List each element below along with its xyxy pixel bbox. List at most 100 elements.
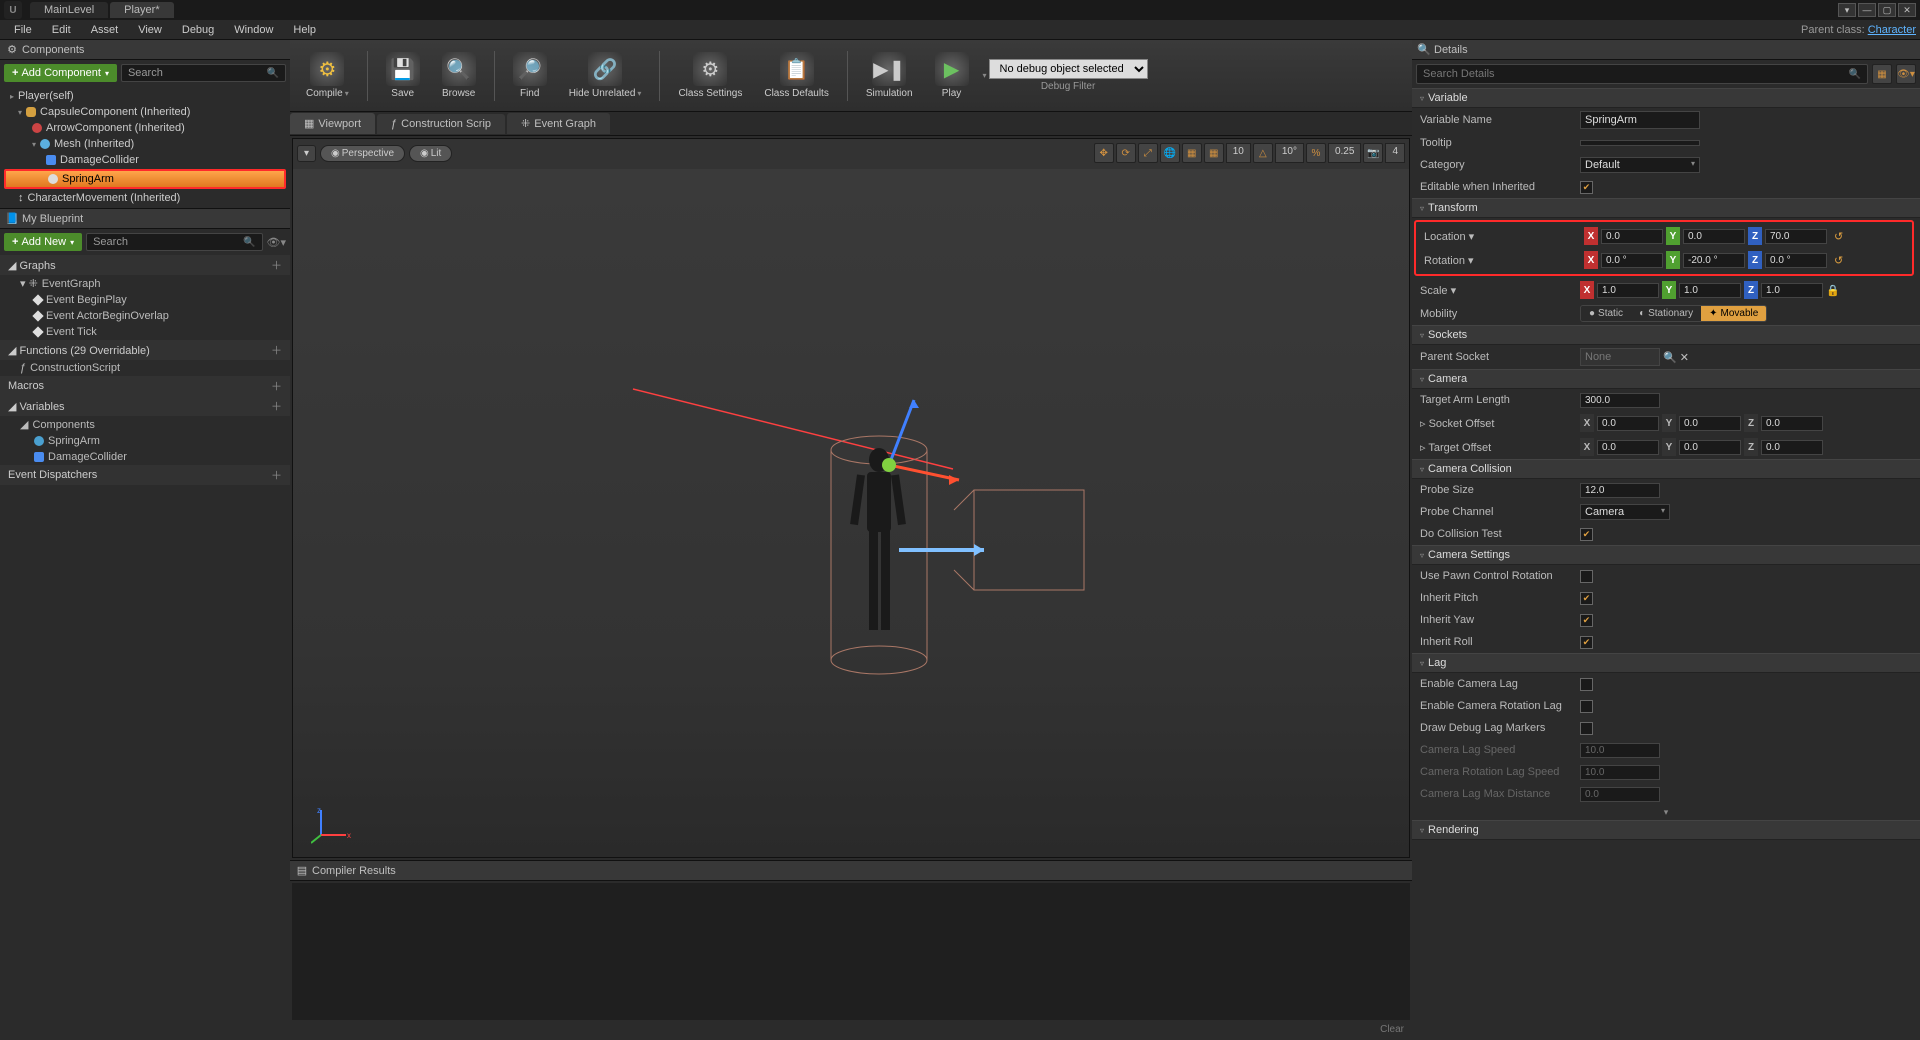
play-dropdown-icon[interactable]: ▾	[983, 71, 987, 80]
enable-lag-checkbox[interactable]	[1580, 678, 1593, 691]
menu-debug[interactable]: Debug	[172, 22, 224, 38]
inherit-pitch-checkbox[interactable]: ✔	[1580, 592, 1593, 605]
component-player-self[interactable]: ▸Player(self)	[0, 88, 290, 104]
item-event-overlap[interactable]: Event ActorBeginOverlap	[0, 308, 290, 324]
menu-file[interactable]: File	[4, 22, 42, 38]
tab-viewport[interactable]: ▦ Viewport	[290, 113, 375, 134]
blueprint-search-input[interactable]: Search	[86, 233, 262, 251]
mobility-stationary[interactable]: ◐ Stationary	[1631, 306, 1701, 321]
camera-speed-icon[interactable]: 📷	[1363, 143, 1383, 163]
component-capsule[interactable]: ▾CapsuleComponent (Inherited)	[0, 104, 290, 120]
menu-help[interactable]: Help	[283, 22, 326, 38]
viewport[interactable]: ▾ ◉ Perspective ◉ Lit ✥ ⟳ ⤢ 🌐 ▦ ▦ 10 △ 1…	[292, 138, 1410, 858]
add-new-button[interactable]: Add New	[4, 233, 82, 251]
location-y-input[interactable]: 0.0	[1683, 229, 1745, 244]
location-z-input[interactable]: 70.0	[1765, 229, 1827, 244]
rotation-y-input[interactable]: -20.0 °	[1683, 253, 1745, 268]
tab-player[interactable]: Player*	[110, 2, 173, 18]
socket-search-icon[interactable]: 🔍	[1663, 351, 1677, 364]
do-collision-checkbox[interactable]: ✔	[1580, 528, 1593, 541]
section-variables[interactable]: ◢ Variables＋	[0, 396, 290, 416]
class-defaults-button[interactable]: 📋Class Defaults	[754, 48, 838, 103]
add-variable-icon[interactable]: ＋	[271, 398, 282, 414]
window-dropdown-icon[interactable]: ▾	[1838, 3, 1856, 17]
probe-channel-select[interactable]: Camera	[1580, 504, 1670, 520]
compile-button[interactable]: ⚙Compile▾	[296, 48, 359, 103]
inherit-yaw-checkbox[interactable]: ✔	[1580, 614, 1593, 627]
grid-snap-value[interactable]: 10	[1226, 143, 1251, 163]
snap-surface-icon[interactable]: ▦	[1182, 143, 1202, 163]
angle-snap-value[interactable]: 10°	[1275, 143, 1304, 163]
socket-offset-z[interactable]: 0.0	[1761, 416, 1823, 431]
browse-button[interactable]: 🔍Browse	[432, 48, 486, 103]
section-macros[interactable]: Macros＋	[0, 376, 290, 396]
details-search-input[interactable]: Search Details	[1416, 64, 1868, 84]
item-var-springarm[interactable]: SpringArm	[0, 433, 290, 449]
section-functions[interactable]: ◢ Functions (29 Overridable)＋	[0, 340, 290, 360]
socket-offset-x[interactable]: 0.0	[1597, 416, 1659, 431]
view-options-icon[interactable]: 👁▾	[267, 236, 287, 249]
target-offset-y[interactable]: 0.0	[1679, 440, 1741, 455]
class-settings-button[interactable]: ⚙Class Settings	[668, 48, 752, 103]
add-macro-icon[interactable]: ＋	[271, 378, 282, 394]
socket-offset-y[interactable]: 0.0	[1679, 416, 1741, 431]
component-damage-collider[interactable]: DamageCollider	[0, 152, 290, 168]
draw-debug-checkbox[interactable]	[1580, 722, 1593, 735]
inherit-roll-checkbox[interactable]: ✔	[1580, 636, 1593, 649]
scale-snap-icon[interactable]: %	[1306, 143, 1326, 163]
mobility-movable[interactable]: ✦ Movable	[1701, 306, 1766, 321]
target-offset-z[interactable]: 0.0	[1761, 440, 1823, 455]
add-dispatcher-icon[interactable]: ＋	[271, 467, 282, 483]
category-camera-collision[interactable]: Camera Collision	[1412, 459, 1920, 479]
category-sockets[interactable]: Sockets	[1412, 325, 1920, 345]
category-select[interactable]: Default	[1580, 157, 1700, 173]
hide-unrelated-button[interactable]: 🔗Hide Unrelated▾	[559, 48, 652, 103]
lit-mode-button[interactable]: ◉ Lit	[409, 145, 452, 162]
add-graph-icon[interactable]: ＋	[271, 257, 282, 273]
perspective-button[interactable]: ◉ Perspective	[320, 145, 405, 162]
section-graphs[interactable]: ◢ Graphs＋	[0, 255, 290, 275]
lag-max-dist-input[interactable]: 0.0	[1580, 787, 1660, 802]
viewport-options-button[interactable]: ▾	[297, 145, 316, 162]
item-event-graph[interactable]: ▾ ⁜ EventGraph	[0, 275, 290, 292]
menu-edit[interactable]: Edit	[42, 22, 81, 38]
scale-y-input[interactable]: 1.0	[1679, 283, 1741, 298]
category-transform[interactable]: Transform	[1412, 198, 1920, 218]
component-spring-arm[interactable]: SpringArm	[4, 169, 286, 189]
component-mesh[interactable]: ▾Mesh (Inherited)	[0, 136, 290, 152]
expand-advanced-icon[interactable]: ▾	[1412, 805, 1920, 820]
socket-clear-icon[interactable]: ✕	[1680, 351, 1689, 364]
use-pawn-checkbox[interactable]	[1580, 570, 1593, 583]
grid-snap-icon[interactable]: ▦	[1204, 143, 1224, 163]
rotate-tool-icon[interactable]: ⟳	[1116, 143, 1136, 163]
tooltip-input[interactable]	[1580, 140, 1700, 146]
angle-snap-icon[interactable]: △	[1253, 143, 1273, 163]
simulation-button[interactable]: ▶❚Simulation	[856, 48, 923, 103]
item-var-components[interactable]: ◢ Components	[0, 416, 290, 433]
location-x-input[interactable]: 0.0	[1601, 229, 1663, 244]
window-maximize-icon[interactable]: ▢	[1878, 3, 1896, 17]
category-camera-settings[interactable]: Camera Settings	[1412, 545, 1920, 565]
compiler-clear-button[interactable]: Clear	[1380, 1024, 1404, 1035]
add-component-button[interactable]: Add Component	[4, 64, 117, 82]
category-variable[interactable]: Variable	[1412, 88, 1920, 108]
tab-construction-script[interactable]: ƒ Construction Scrip	[377, 114, 505, 134]
editable-checkbox[interactable]: ✔	[1580, 181, 1593, 194]
visibility-filter-icon[interactable]: 👁▾	[1896, 64, 1916, 84]
window-close-icon[interactable]: ✕	[1898, 3, 1916, 17]
component-character-movement[interactable]: ↕CharacterMovement (Inherited)	[0, 190, 290, 206]
location-reset-icon[interactable]: ↺	[1834, 230, 1843, 243]
scale-x-input[interactable]: 1.0	[1597, 283, 1659, 298]
parent-class-link[interactable]: Character	[1868, 24, 1916, 36]
item-construction-script[interactable]: ƒ ConstructionScript	[0, 360, 290, 376]
item-event-tick[interactable]: Event Tick	[0, 324, 290, 340]
viewport-scene[interactable]: x z	[293, 169, 1409, 857]
mobility-static[interactable]: ● Static	[1581, 306, 1631, 321]
coord-space-icon[interactable]: 🌐	[1160, 143, 1180, 163]
move-tool-icon[interactable]: ✥	[1094, 143, 1114, 163]
components-search-input[interactable]: Search	[121, 64, 286, 82]
parent-socket-input[interactable]: None	[1580, 348, 1660, 366]
debug-object-select[interactable]: No debug object selected	[989, 59, 1148, 79]
menu-window[interactable]: Window	[224, 22, 283, 38]
category-camera[interactable]: Camera	[1412, 369, 1920, 389]
